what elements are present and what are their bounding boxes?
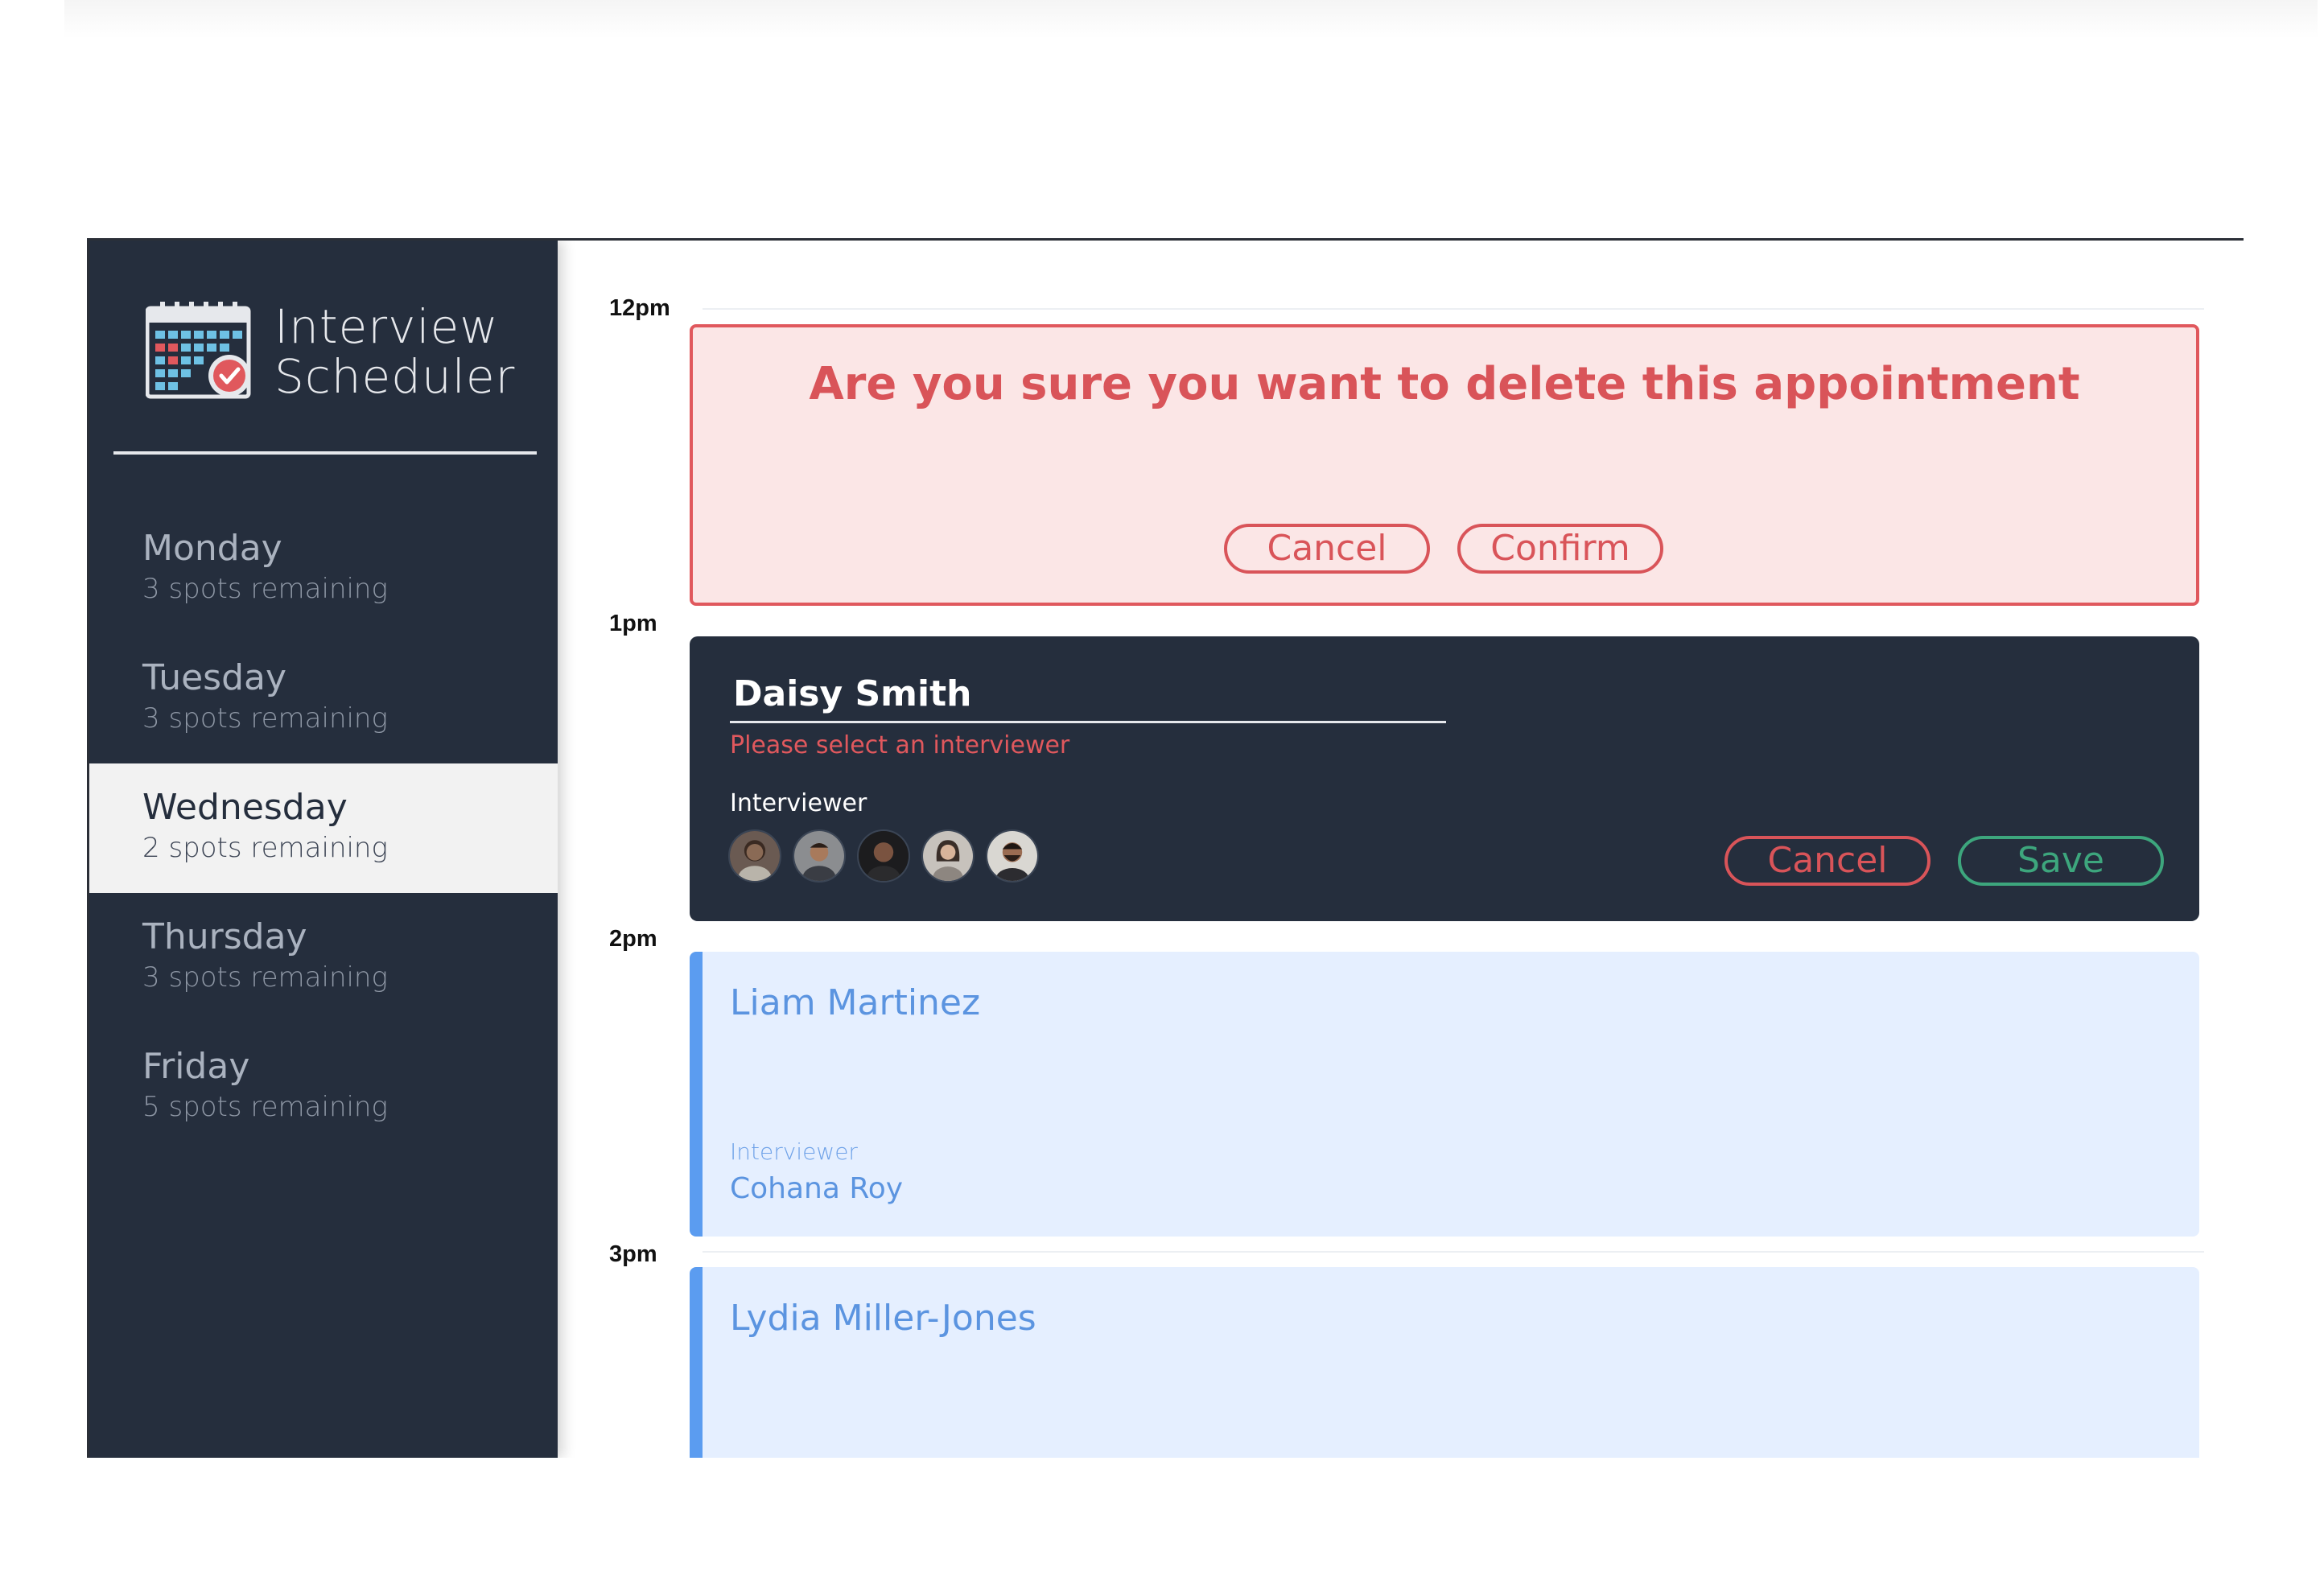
day-name: Monday: [142, 528, 282, 569]
interviewer-avatar-icon[interactable]: [857, 829, 910, 883]
appointment-interviewer-name: Cohana Roy: [730, 1172, 904, 1205]
browser-top-shadow: [64, 0, 2318, 39]
app-title: Interview Scheduler: [274, 302, 515, 401]
brand: Interview Scheduler: [146, 300, 516, 405]
interviewer-avatar-icon[interactable]: [986, 829, 1039, 883]
schedule: 12pm 1pm 2pm 3pm Are you sure you want t…: [558, 241, 2244, 1458]
appointment-student: Lydia Miller-Jones: [730, 1298, 1036, 1339]
hour-divider: [703, 308, 2204, 310]
app-title-line2: Scheduler: [274, 349, 516, 404]
day-spots: 2 spots remaining: [142, 832, 388, 864]
confirm-cancel-button[interactable]: Cancel: [1224, 524, 1430, 574]
day-name: Thursday: [142, 916, 307, 957]
student-name-input[interactable]: [730, 667, 1446, 723]
day-name: Tuesday: [142, 657, 287, 698]
sidebar: Interview Scheduler Monday 3 spots remai…: [89, 241, 558, 1458]
time-label-1pm: 1pm: [609, 611, 657, 636]
time-label-3pm: 3pm: [609, 1241, 657, 1267]
app-window: Interview Scheduler Monday 3 spots remai…: [87, 238, 2244, 1458]
appointment-interviewer-label: Interviewer: [730, 1138, 858, 1165]
day-spots: 5 spots remaining: [142, 1091, 388, 1123]
day-spots: 3 spots remaining: [142, 573, 388, 605]
validation-error: Please select an interviewer: [730, 731, 1070, 759]
hour-divider: [703, 1251, 2204, 1253]
delete-confirmation: Are you sure you want to delete this app…: [690, 324, 2199, 606]
form-save-button[interactable]: Save: [1958, 836, 2164, 886]
day-spots: 3 spots remaining: [142, 961, 388, 994]
day-item-wednesday[interactable]: Wednesday 2 spots remaining: [89, 763, 558, 893]
time-label-2pm: 2pm: [609, 926, 657, 952]
interviewer-avatar-icon[interactable]: [921, 829, 975, 883]
appointment-form: Please select an interviewer Interviewer: [690, 636, 2199, 921]
appointment-card[interactable]: Lydia Miller-Jones: [690, 1267, 2199, 1458]
form-cancel-button[interactable]: Cancel: [1724, 836, 1930, 886]
confirm-message: Are you sure you want to delete this app…: [809, 358, 2080, 410]
interviewer-list-label: Interviewer: [730, 789, 867, 817]
appointment-card[interactable]: Liam Martinez Interviewer Cohana Roy: [690, 952, 2199, 1237]
interviewer-avatar-icon[interactable]: [793, 829, 846, 883]
sidebar-divider: [113, 451, 537, 455]
interviewer-avatar-icon[interactable]: [728, 829, 781, 883]
time-label-12pm: 12pm: [609, 295, 670, 321]
day-item-tuesday[interactable]: Tuesday 3 spots remaining: [89, 634, 558, 763]
confirm-delete-button[interactable]: Confirm: [1457, 524, 1663, 574]
day-list: Monday 3 spots remaining Tuesday 3 spots…: [89, 504, 558, 1152]
day-name: Friday: [142, 1046, 250, 1087]
day-name: Wednesday: [142, 787, 348, 828]
day-spots: 3 spots remaining: [142, 702, 388, 735]
calendar-check-icon: [146, 302, 251, 399]
day-item-monday[interactable]: Monday 3 spots remaining: [89, 504, 558, 634]
appointment-student: Liam Martinez: [730, 982, 981, 1023]
day-item-thursday[interactable]: Thursday 3 spots remaining: [89, 893, 558, 1023]
app-title-line1: Interview: [274, 299, 499, 354]
day-item-friday[interactable]: Friday 5 spots remaining: [89, 1023, 558, 1152]
